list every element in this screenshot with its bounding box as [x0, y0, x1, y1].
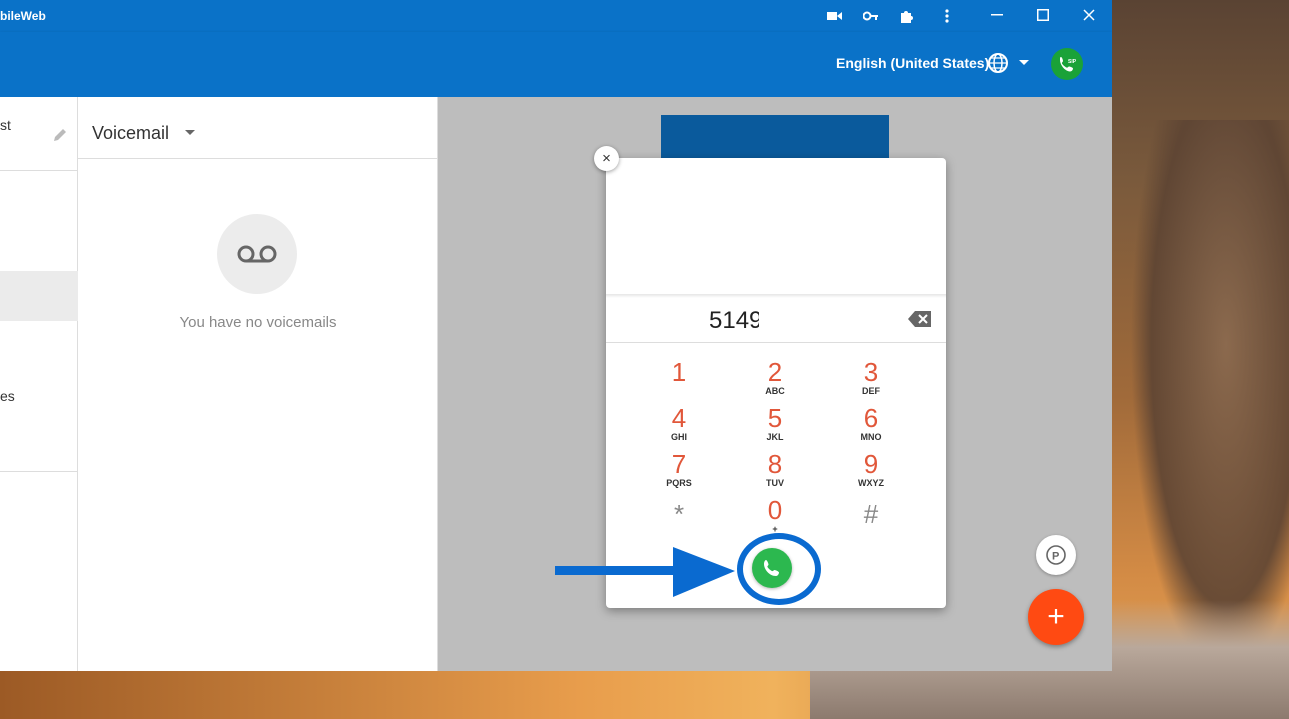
dial-key-3[interactable]: 3 DEF	[841, 358, 901, 402]
nav-item-selected[interactable]	[0, 271, 78, 321]
dial-key-star[interactable]: *	[649, 498, 709, 542]
dial-key-hash[interactable]: #	[841, 498, 901, 542]
wallpaper-statue	[1130, 120, 1289, 680]
dial-key-9[interactable]: 9 WXYZ	[841, 450, 901, 494]
extensions-puzzle-icon[interactable]	[896, 6, 918, 26]
voicemail-panel: Voicemail You have no voicemails	[78, 97, 438, 671]
voicemail-title[interactable]: Voicemail	[92, 123, 169, 144]
dialpad-number-field[interactable]: 5149	[606, 298, 946, 343]
left-navigation: st es	[0, 97, 78, 671]
dialed-number[interactable]: 5149	[709, 307, 759, 335]
minimize-button[interactable]	[982, 4, 1012, 26]
add-fab-button[interactable]: +	[1028, 589, 1084, 645]
dial-key-5[interactable]: 5 JKL	[745, 404, 805, 448]
voicemail-icon	[217, 214, 297, 294]
nav-divider	[0, 170, 78, 171]
title-bar: bileWeb	[0, 0, 1112, 32]
sip-status-phone-icon[interactable]: SIP	[1051, 48, 1083, 80]
nav-item-bottom-label[interactable]: es	[0, 388, 15, 404]
key-icon[interactable]	[860, 6, 882, 26]
annotation-arrow-icon	[555, 547, 735, 597]
language-selector[interactable]: English (United States)	[836, 55, 989, 71]
empty-voicemail-message: You have no voicemails	[179, 314, 337, 331]
dial-key-4[interactable]: 4 GHI	[649, 404, 709, 448]
video-camera-icon[interactable]	[824, 6, 846, 26]
annotation-highlight-ring	[737, 533, 821, 605]
globe-icon[interactable]	[987, 52, 1009, 74]
nav-divider	[0, 471, 78, 472]
voicemail-header: Voicemail	[78, 97, 438, 159]
dial-key-7[interactable]: 7 PQRS	[649, 450, 709, 494]
window-title: bileWeb	[0, 9, 46, 23]
more-menu-icon[interactable]	[936, 6, 958, 26]
svg-text:P: P	[1052, 551, 1059, 563]
voicemail-dropdown-icon[interactable]	[185, 130, 195, 135]
close-window-button[interactable]	[1074, 4, 1104, 26]
app-bar: English (United States) SIP	[0, 32, 1112, 97]
language-dropdown-icon[interactable]	[1019, 60, 1029, 65]
park-button[interactable]: P	[1036, 535, 1076, 575]
nav-item-top-label[interactable]: st	[0, 117, 11, 133]
close-dialpad-button[interactable]: ×	[594, 146, 619, 171]
svg-text:SIP: SIP	[1068, 59, 1077, 65]
dial-key-8[interactable]: 8 TUV	[745, 450, 805, 494]
dial-key-2[interactable]: 2 ABC	[745, 358, 805, 402]
dial-key-1[interactable]: 1	[649, 358, 709, 402]
maximize-button[interactable]	[1028, 4, 1058, 26]
dial-key-6[interactable]: 6 MNO	[841, 404, 901, 448]
edit-pencil-icon[interactable]	[52, 127, 68, 143]
backspace-icon[interactable]	[908, 310, 932, 328]
